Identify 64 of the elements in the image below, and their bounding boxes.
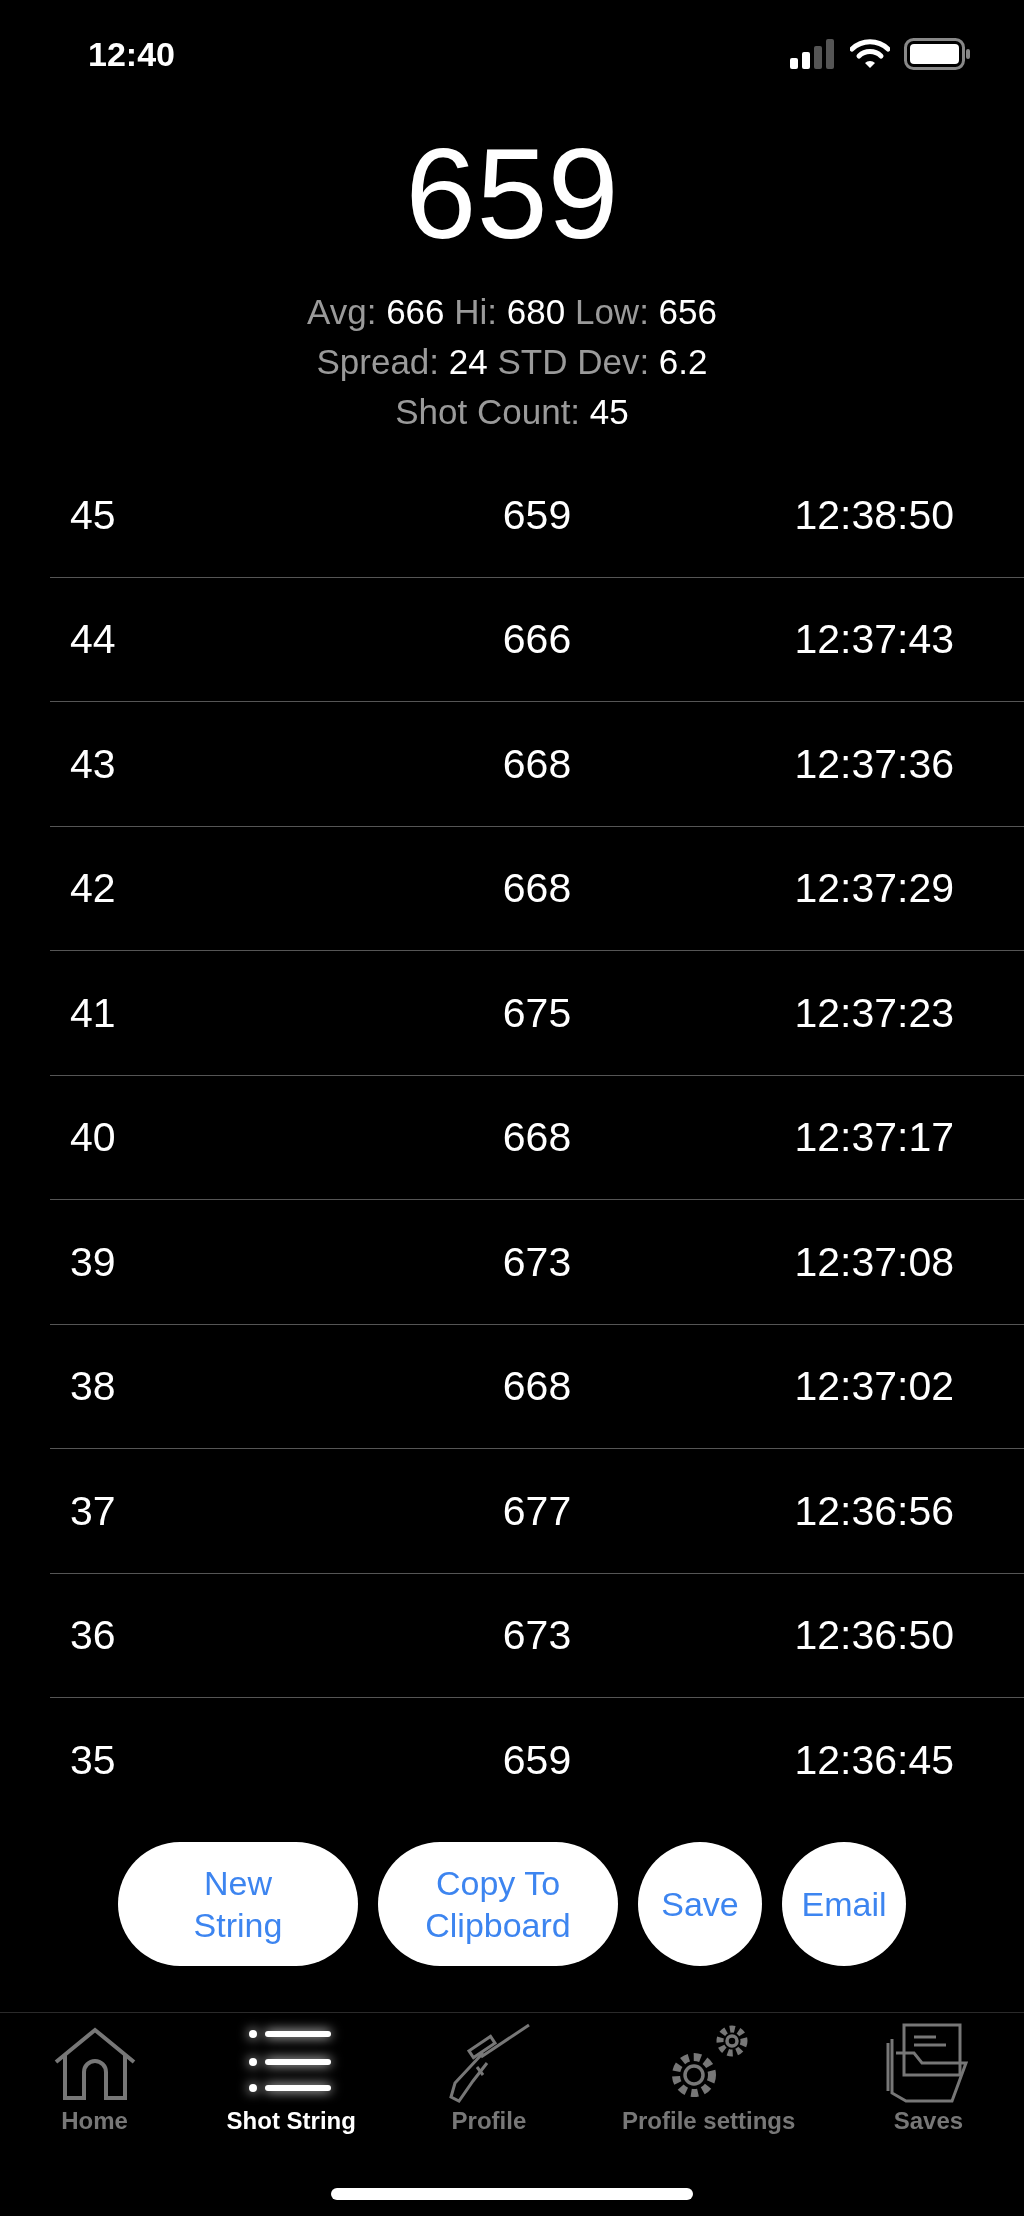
shot-velocity: 668 xyxy=(501,865,572,913)
shot-time: 12:36:56 xyxy=(794,1487,954,1535)
shot-number: 35 xyxy=(69,1736,116,1784)
shot-velocity: 666 xyxy=(501,616,572,664)
shot-row[interactable]: 40 668 12:37:17 xyxy=(50,1075,1024,1201)
tab-item[interactable]: Home xyxy=(53,2023,136,2136)
shot-velocity: 668 xyxy=(501,1114,572,1162)
shot-row[interactable]: 37 677 12:36:56 xyxy=(50,1449,1024,1574)
home-icon xyxy=(53,2026,136,2101)
shot-row[interactable]: 35 659 12:36:45 xyxy=(50,1698,1024,1822)
tab-item[interactable]: Profile xyxy=(446,2023,531,2136)
shot-number: 45 xyxy=(69,491,116,539)
text-button[interactable]: New String xyxy=(118,1841,358,1966)
shot-time: 12:36:45 xyxy=(794,1736,954,1784)
round-button[interactable]: Email xyxy=(782,1841,906,1966)
wifi-icon xyxy=(850,39,890,70)
shot-number: 36 xyxy=(69,1612,116,1660)
shot-velocity: 677 xyxy=(501,1487,572,1535)
shot-time: 12:36:50 xyxy=(794,1612,954,1660)
shot-row[interactable]: 44 666 12:37:43 xyxy=(50,577,1024,703)
shot-velocity: 659 xyxy=(501,1736,572,1784)
current-velocity: 659 xyxy=(405,120,619,267)
shot-number: 38 xyxy=(69,1363,116,1411)
shot-velocity: 673 xyxy=(501,1612,572,1660)
shot-time: 12:37:17 xyxy=(794,1114,954,1162)
shot-number: 37 xyxy=(69,1487,116,1535)
shot-time: 12:38:50 xyxy=(794,491,954,539)
shot-velocity: 668 xyxy=(501,740,572,788)
shot-row[interactable]: 41 675 12:37:23 xyxy=(50,951,1024,1076)
tab-item[interactable]: Profile settings xyxy=(622,2023,796,2136)
shot-row[interactable]: 38 668 12:37:02 xyxy=(50,1324,1024,1450)
text-button[interactable]: Copy To Clipboard xyxy=(378,1841,618,1966)
rifle-icon xyxy=(446,2023,531,2104)
round-button[interactable]: Save xyxy=(638,1841,762,1966)
stats-line: Avg: 666 Hi: 680 Low: 656 xyxy=(307,290,717,333)
shot-number: 39 xyxy=(69,1238,116,1286)
stats-line: Shot Count: 45 xyxy=(395,390,629,433)
signal-icon xyxy=(790,39,836,70)
shot-time: 12:37:36 xyxy=(794,740,954,788)
shot-row[interactable]: 45 659 12:38:50 xyxy=(50,453,1024,578)
shot-number: 44 xyxy=(69,616,116,664)
shot-velocity: 659 xyxy=(501,491,572,539)
shot-number: 42 xyxy=(69,865,116,913)
shot-number: 43 xyxy=(69,740,116,788)
shot-row[interactable]: 36 673 12:36:50 xyxy=(50,1573,1024,1699)
shot-time: 12:37:43 xyxy=(794,616,954,664)
shot-row[interactable]: 39 673 12:37:08 xyxy=(50,1200,1024,1325)
shot-time: 12:37:08 xyxy=(794,1238,954,1286)
tab-item[interactable]: Saves xyxy=(886,2023,971,2136)
shot-row[interactable]: 43 668 12:37:36 xyxy=(50,702,1024,827)
shot-velocity: 675 xyxy=(501,989,572,1037)
shot-velocity: 668 xyxy=(501,1363,572,1411)
tab-item[interactable]: Shot String xyxy=(226,2023,356,2136)
folder-icon xyxy=(886,2023,971,2104)
battery-icon xyxy=(904,38,970,71)
stats-line: Spread: 24 STD Dev: 6.2 xyxy=(316,340,708,383)
shot-number: 40 xyxy=(69,1114,116,1162)
shot-row[interactable]: 42 668 12:37:29 xyxy=(50,826,1024,952)
shot-time: 12:37:29 xyxy=(794,865,954,913)
shot-velocity: 673 xyxy=(501,1238,572,1286)
status-time: 12:40 xyxy=(88,34,175,74)
shot-time: 12:37:02 xyxy=(794,1363,954,1411)
shot-time: 12:37:23 xyxy=(794,989,954,1037)
shot-number: 41 xyxy=(69,989,116,1037)
